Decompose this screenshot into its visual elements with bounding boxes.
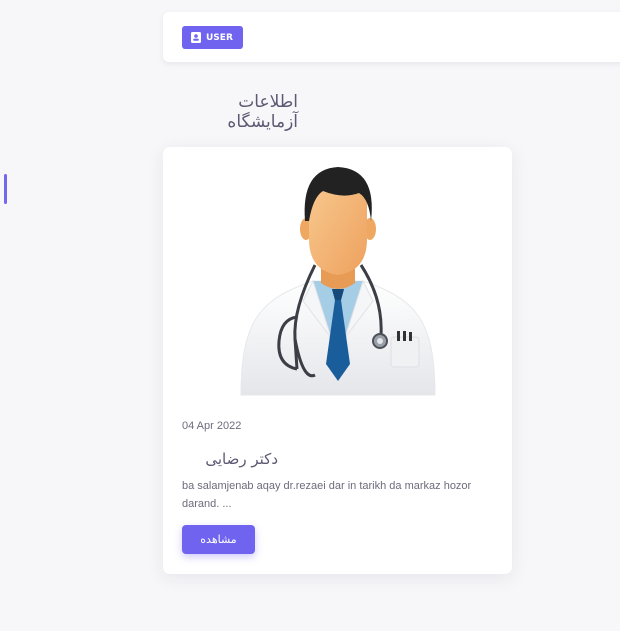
user-button-label: USER	[206, 32, 233, 43]
card-description: ba salamjenab aqay dr.rezaei dar in tari…	[182, 480, 472, 510]
sidebar-active-indicator	[4, 174, 7, 204]
user-button[interactable]: USER	[182, 26, 243, 49]
view-button[interactable]: مشاهده	[182, 525, 255, 554]
user-card-icon	[191, 32, 201, 43]
doctor-avatar-image	[240, 167, 436, 396]
card-title: دکتر رضایی	[205, 450, 278, 468]
top-navbar: USER	[163, 12, 620, 62]
page-title: اطلاعات آزمایشگاه	[227, 92, 298, 132]
lab-info-card: 04 Apr 2022 دکتر رضایی ba salamjenab aqa…	[163, 147, 512, 574]
card-date: 04 Apr 2022	[182, 420, 242, 432]
